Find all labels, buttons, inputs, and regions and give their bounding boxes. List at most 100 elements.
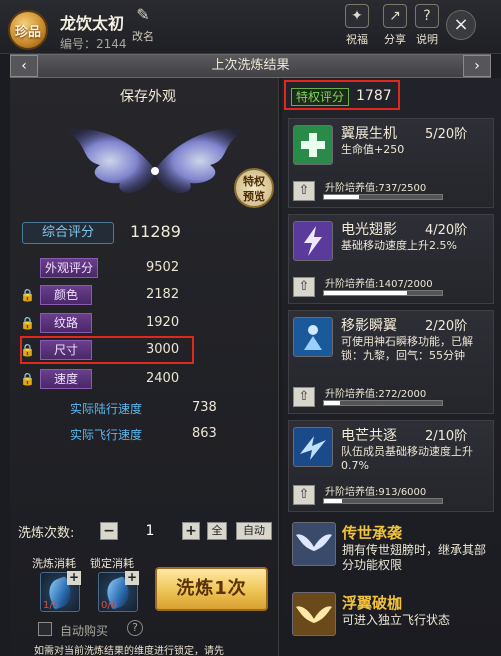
- train-progress-bar: [323, 400, 443, 406]
- free-flight-icon: [292, 592, 336, 636]
- heal-plus-icon: [293, 125, 333, 165]
- attribute-label: 外观评分: [40, 258, 98, 278]
- auto-buy-help-icon[interactable]: ?: [127, 620, 143, 636]
- share-button[interactable]: ↗ 分享: [378, 4, 412, 50]
- refine-cost-slot[interactable]: + 1/5: [40, 571, 81, 612]
- refine-times-label: 洗炼次数:: [18, 526, 75, 541]
- lock-icon[interactable]: 🔒: [20, 316, 35, 330]
- skill-name: 移影瞬翼: [341, 318, 397, 334]
- ground-speed-label: 实际陆行速度: [70, 402, 143, 416]
- train-progress-bar: [323, 194, 443, 200]
- upgrade-icon[interactable]: ⇧: [293, 387, 315, 407]
- lock-icon[interactable]: 🔒: [20, 288, 35, 302]
- team-speed-icon: [293, 427, 333, 467]
- lock-cost-count: 0/0: [101, 600, 118, 611]
- heritage-wing-icon: [292, 522, 336, 566]
- refine-cost-count: 1/5: [43, 600, 60, 611]
- flight-speed-row: 实际飞行速度 863: [70, 426, 260, 446]
- attribute-row-texture: 🔒 纹路 1920: [20, 313, 260, 335]
- rarity-badge: 珍品: [8, 10, 48, 50]
- total-score-label: 综合评分: [22, 222, 114, 244]
- attribute-label: 纹路: [40, 313, 92, 333]
- ground-speed-row: 实际陆行速度 738: [70, 400, 260, 420]
- train-progress-bar: [323, 290, 443, 296]
- help-button[interactable]: ? 说明: [410, 4, 444, 50]
- vip-preview-line1: 特权: [243, 175, 265, 188]
- teleport-icon: [293, 317, 333, 357]
- train-value-label: 升阶培养值:1407/2000: [325, 279, 433, 290]
- next-arrow-button[interactable]: ›: [463, 55, 491, 77]
- refine-times-input[interactable]: 1: [120, 522, 180, 540]
- legend-card-free-flight[interactable]: 浮翼破枷 可进入独立飞行状态: [288, 588, 494, 644]
- upgrade-icon[interactable]: ⇧: [293, 485, 315, 505]
- blessing-label: 祝福: [346, 33, 368, 46]
- skill-level: 5/20阶: [425, 127, 468, 142]
- attribute-row-appearance: 外观评分 9502: [20, 258, 260, 280]
- train-value-label: 升阶培养值:913/6000: [325, 487, 427, 498]
- skill-card-life[interactable]: 翼展生机 5/20阶 生命值+250 ⇧ 升阶培养值:737/2500: [288, 118, 494, 208]
- prev-arrow-button[interactable]: ‹: [10, 55, 38, 77]
- vip-preview-button[interactable]: 特权 预览: [234, 168, 274, 208]
- attribute-row-speed: 🔒 速度 2400: [20, 369, 260, 391]
- skill-desc: 队伍成员基础移动速度上升0.7%: [341, 445, 473, 472]
- serial-number: 编号：2144: [60, 37, 127, 51]
- lock-cost-label: 锁定消耗: [90, 557, 134, 570]
- rename-button[interactable]: ✎ 改名: [128, 4, 158, 48]
- refine-cost-label: 洗炼消耗: [32, 557, 76, 570]
- save-look-label[interactable]: 保存外观: [120, 86, 176, 106]
- legend-name: 浮翼破枷: [342, 594, 403, 612]
- close-button[interactable]: ×: [446, 10, 476, 40]
- skill-name: 翼展生机: [341, 126, 397, 142]
- share-label: 分享: [384, 33, 406, 46]
- legend-name: 传世承袭: [342, 524, 403, 542]
- wing-name: 龙饮太初: [60, 14, 125, 33]
- share-icon: ↗: [383, 4, 407, 28]
- legend-card-heritage[interactable]: 传世承袭 拥有传世翅膀时，继承其部分功能权限: [288, 518, 494, 574]
- help-icon: ?: [415, 4, 439, 28]
- skill-name: 电芒共逐: [341, 428, 397, 444]
- legend-desc: 拥有传世翅膀时，继承其部分功能权限: [342, 543, 487, 572]
- add-refine-item-button[interactable]: +: [67, 571, 81, 585]
- result-title: 上次洗炼结果: [211, 58, 290, 73]
- ground-speed-value: 738: [192, 400, 217, 415]
- vip-score-label: 特权评分: [291, 88, 349, 106]
- vip-score-value: 1787: [356, 88, 392, 104]
- attribute-label: 颜色: [40, 285, 92, 305]
- skill-name: 电光翅影: [341, 222, 397, 238]
- refine-button[interactable]: 洗炼1次: [155, 567, 268, 611]
- help-label: 说明: [416, 33, 438, 46]
- all-button[interactable]: 全: [207, 522, 227, 540]
- blessing-button[interactable]: ✦ 祝福: [340, 4, 374, 50]
- skill-desc: 生命值+250: [341, 143, 405, 156]
- flight-speed-label: 实际飞行速度: [70, 428, 143, 442]
- attribute-row-color: 🔒 颜色 2182: [20, 285, 260, 307]
- attribute-value: 2182: [146, 287, 180, 302]
- lightning-wing-icon: [293, 221, 333, 261]
- attribute-value: 9502: [146, 260, 180, 275]
- flight-speed-value: 863: [192, 426, 217, 441]
- lock-icon[interactable]: 🔒: [20, 372, 35, 386]
- decrement-button[interactable]: −: [100, 522, 118, 540]
- skill-card-lightning[interactable]: 电光翅影 4/20阶 基础移动速度上升2.5% ⇧ 升阶培养值:1407/200…: [288, 214, 494, 304]
- lock-cost-slot[interactable]: + 0/0: [98, 571, 139, 612]
- vip-preview-line2: 预览: [243, 190, 265, 203]
- skill-desc: 基础移动速度上升2.5%: [341, 239, 457, 252]
- increment-button[interactable]: +: [182, 522, 200, 540]
- train-progress-bar: [323, 498, 443, 504]
- add-lock-item-button[interactable]: +: [125, 571, 139, 585]
- train-value-label: 升阶培养值:737/2500: [325, 183, 427, 194]
- skill-level: 2/10阶: [425, 429, 468, 444]
- auto-button[interactable]: 自动: [236, 522, 272, 540]
- result-title-bar: 上次洗炼结果: [10, 54, 491, 78]
- wings-preview-image: [65, 128, 245, 193]
- upgrade-icon[interactable]: ⇧: [293, 277, 315, 297]
- upgrade-icon[interactable]: ⇧: [293, 181, 315, 201]
- skill-card-team-speed[interactable]: 电芒共逐 2/10阶 队伍成员基础移动速度上升0.7% ⇧ 升阶培养值:913/…: [288, 420, 494, 512]
- skill-card-teleport[interactable]: 移影瞬翼 2/20阶 可使用神石瞬移功能，已解锁：九黎，回气：55分钟 ⇧ 升阶…: [288, 310, 494, 414]
- skill-desc: 可使用神石瞬移功能，已解锁：九黎，回气：55分钟: [341, 335, 473, 362]
- highlight-box-size: [20, 336, 194, 364]
- attribute-label: 速度: [40, 369, 92, 389]
- lock-hint-text: 如需对当前洗炼结果的维度进行锁定，请先: [34, 646, 224, 656]
- rename-label: 改名: [132, 30, 154, 43]
- auto-buy-checkbox[interactable]: [38, 622, 52, 636]
